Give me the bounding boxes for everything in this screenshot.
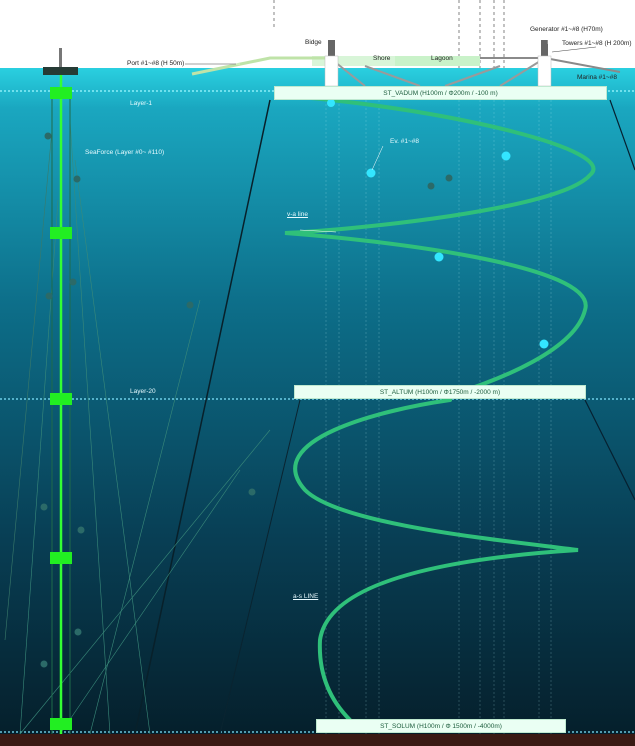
shore-label: Shore — [373, 55, 391, 62]
column-node — [50, 227, 72, 239]
port-label: Port #1~#8 (H 50m) — [127, 60, 185, 67]
seaforce-label: SeaForce (Layer #0~ #110) — [85, 149, 165, 156]
station-altum-banner: ST_ALTUM (H100m / Φ1750m / -2000 m) — [294, 385, 586, 399]
as-line-label: a-s LINE — [293, 593, 319, 600]
column-node — [50, 393, 72, 405]
ev-label: Ev. #1~#8 — [390, 138, 419, 145]
layer-20-label: Layer-20 — [130, 388, 156, 395]
station-vadum-label: ST_VADUM (H100m / Φ200m / -100 m) — [383, 89, 498, 97]
station-altum-label: ST_ALTUM (H100m / Φ1750m / -2000 m) — [379, 388, 501, 396]
layer-1-label: Layer-1 — [130, 100, 153, 107]
column-top-cap — [43, 67, 78, 75]
column-antenna — [59, 48, 62, 67]
towers-label: Towers #1~#8 (H 200m) — [562, 40, 632, 47]
station-solum-label: ST_SOLUM (H100m / Φ 1500m / -4000m) — [380, 722, 502, 730]
va-line-label: v-a line — [287, 211, 308, 218]
generator-label: Generator #1~#8 (H70m) — [530, 26, 603, 33]
diagram-canvas: Bidge Shore Lagoon Generator #1~#8 (H70m… — [0, 0, 635, 746]
seabed — [0, 734, 635, 746]
sea — [0, 68, 635, 736]
bridge-tower-left — [328, 40, 335, 56]
ev-dot — [539, 339, 549, 349]
station-solum-banner: ST_SOLUM (H100m / Φ 1500m / -4000m) — [316, 719, 566, 733]
ev-dot — [501, 151, 511, 161]
ev-dot — [327, 99, 335, 107]
column-node — [50, 718, 72, 730]
lagoon-label: Lagoon — [431, 55, 453, 62]
column-node — [50, 87, 72, 99]
column-node — [50, 552, 72, 564]
ev-dot — [366, 168, 376, 178]
bridge-pier-right — [537, 55, 552, 87]
marina-label: Marina #1~#8 — [577, 74, 617, 81]
bridge-label: Bidge — [305, 39, 322, 46]
bridge-pier-left — [324, 55, 339, 87]
generator-tower — [541, 40, 548, 56]
ev-dot — [434, 252, 444, 262]
diagram-svg — [0, 0, 635, 746]
station-vadum-banner: ST_VADUM (H100m / Φ200m / -100 m) — [274, 86, 607, 100]
